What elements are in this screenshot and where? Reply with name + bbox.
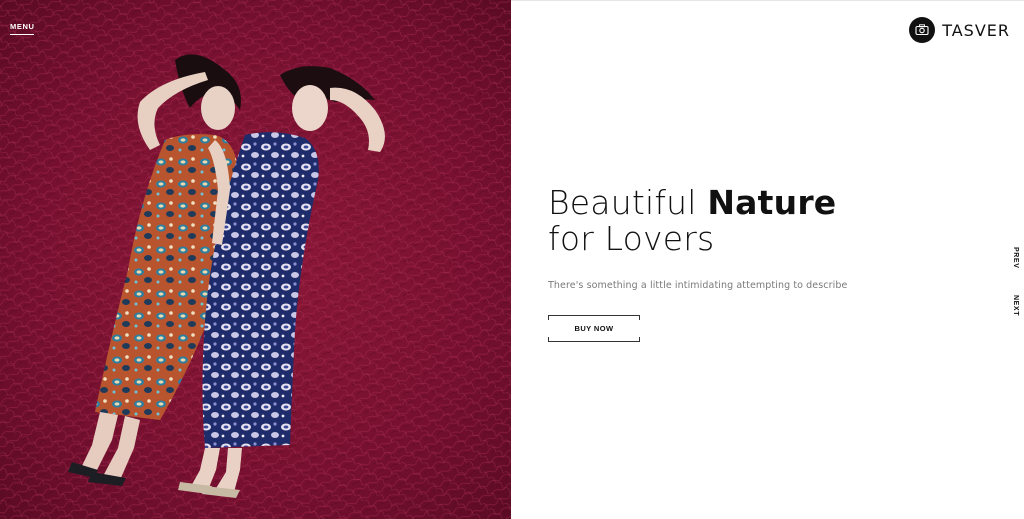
camera-icon <box>909 17 936 43</box>
headline-line-two: for Lovers <box>548 219 715 258</box>
buy-now-label: BUY NOW <box>574 324 614 333</box>
headline-bold: Nature <box>707 183 837 222</box>
brand-name: TASVER <box>942 20 1010 40</box>
hero-subtitle: There's something a little intimidating … <box>548 280 848 291</box>
slider-prev-button[interactable]: PREV <box>1012 247 1019 268</box>
hero-photo <box>0 0 511 519</box>
slider-next-button[interactable]: NEXT <box>1012 295 1019 316</box>
menu-button[interactable]: MENU <box>10 22 35 35</box>
hero-image-panel: MENU <box>0 0 511 519</box>
page: MENU TASVER Beautiful Nature for Lovers … <box>0 0 1024 519</box>
buy-now-button[interactable]: BUY NOW <box>548 315 640 342</box>
brand-logo-link[interactable]: TASVER <box>909 17 1010 43</box>
hero-headline: Beautiful Nature for Lovers <box>548 185 836 257</box>
hero-content-panel: TASVER Beautiful Nature for Lovers There… <box>511 0 1024 519</box>
headline-light: Beautiful <box>548 183 708 222</box>
